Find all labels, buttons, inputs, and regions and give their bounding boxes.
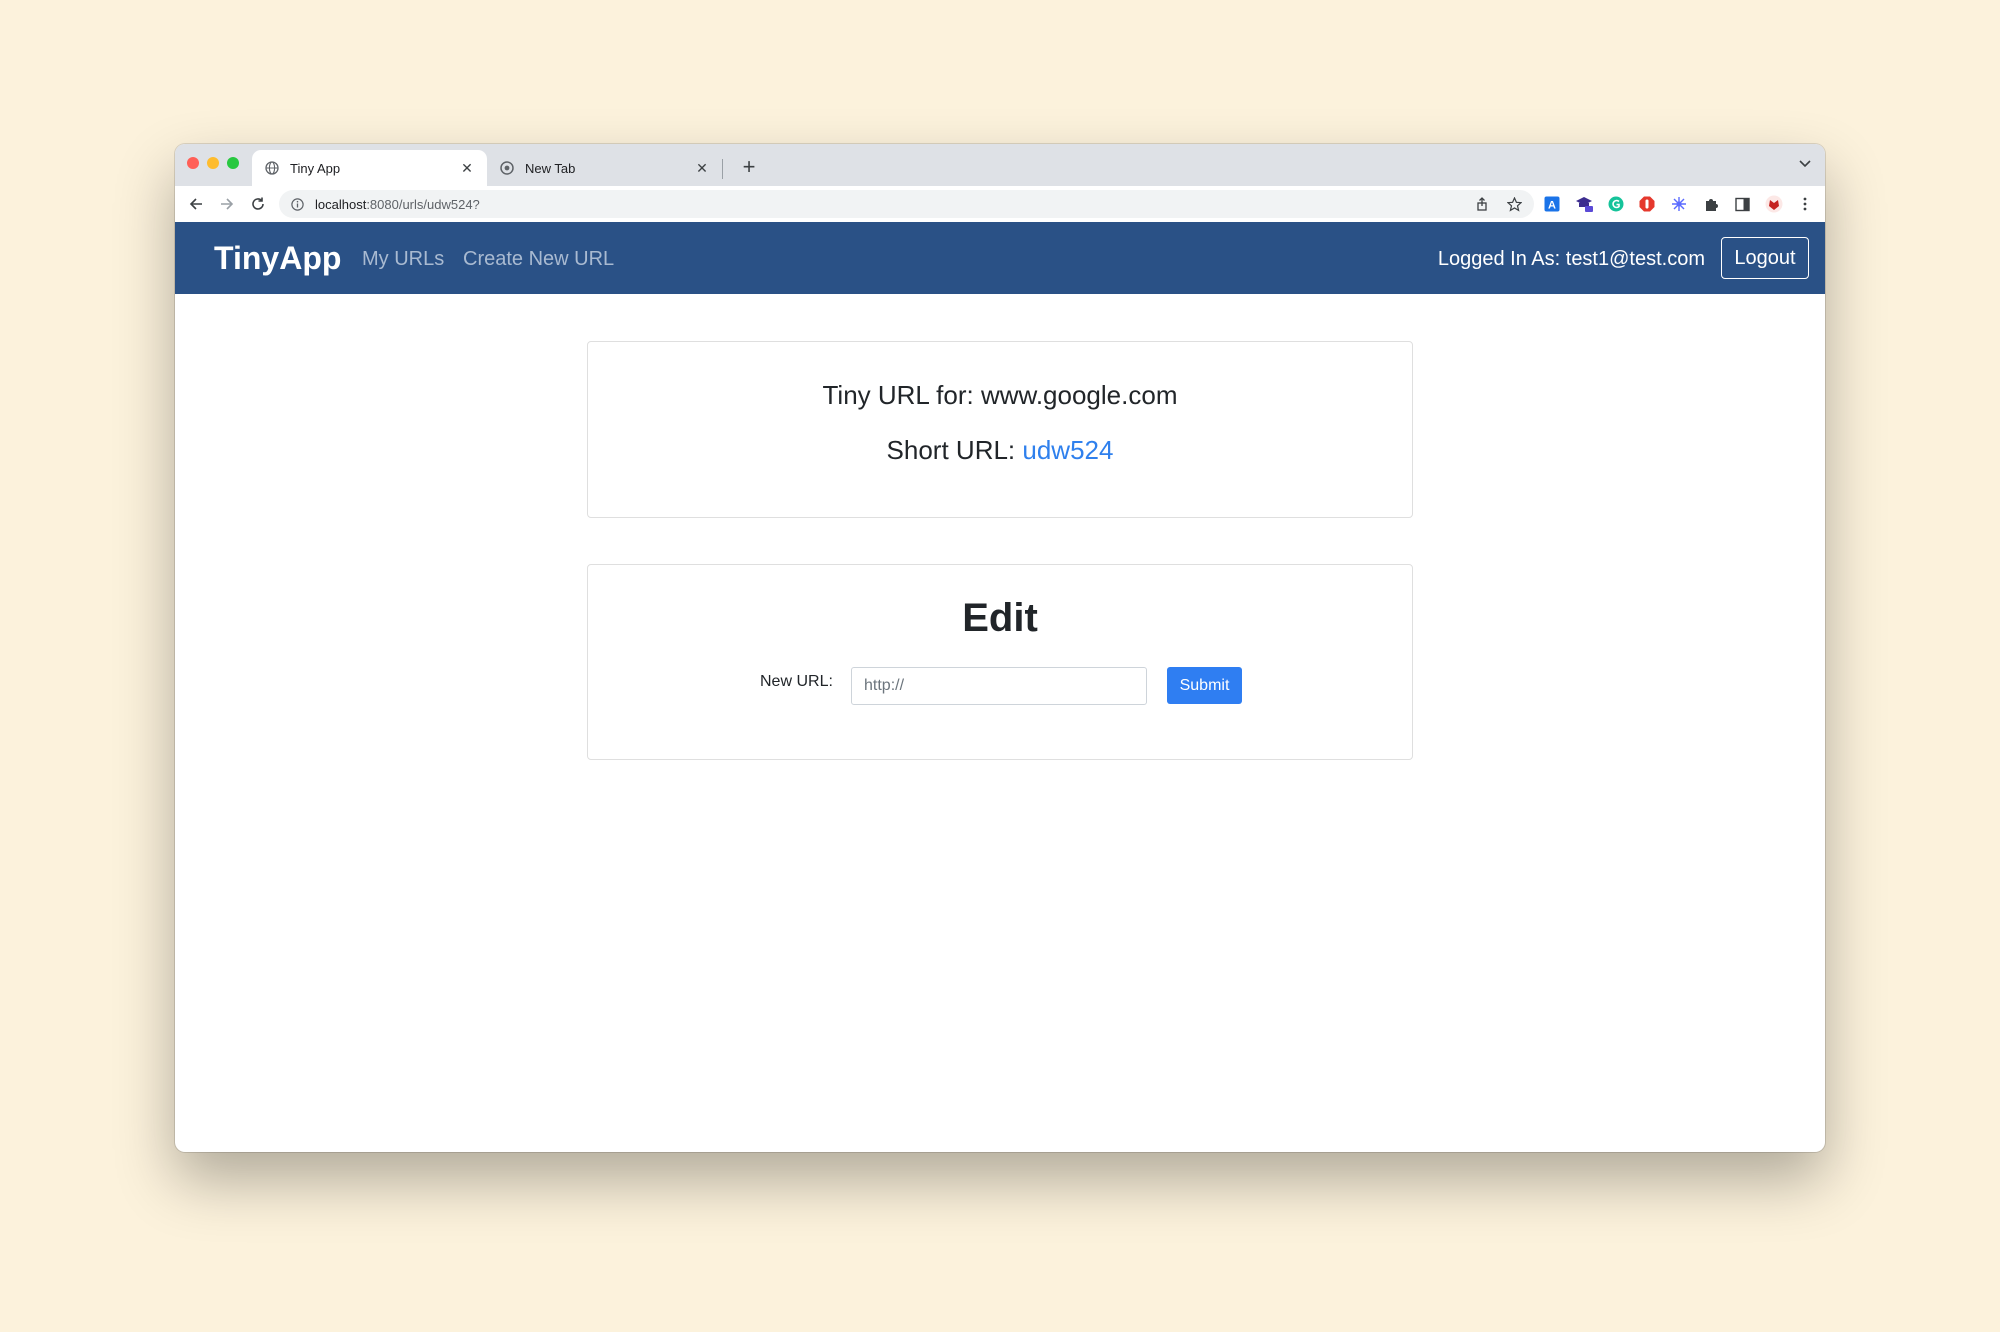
edit-card: Edit New URL: Submit <box>587 564 1413 760</box>
new-tab-plus-icon[interactable]: + <box>735 153 763 181</box>
url-info-card: Tiny URL for: www.google.com Short URL: … <box>587 341 1413 518</box>
svg-text:A: A <box>1548 200 1556 212</box>
url-host: localhost <box>315 196 367 212</box>
back-arrow-icon[interactable] <box>184 192 208 216</box>
puzzle-extensions-icon[interactable] <box>1701 194 1721 214</box>
graduation-cap-extension-icon[interactable] <box>1574 194 1594 214</box>
chrome-icon <box>499 160 515 176</box>
close-tab-icon[interactable]: ✕ <box>459 160 475 177</box>
maximize-window-button[interactable] <box>227 157 239 169</box>
minimize-window-button[interactable] <box>207 157 219 169</box>
tab-title: Tiny App <box>290 160 341 176</box>
profile-avatar-icon[interactable] <box>1764 194 1784 214</box>
address-bar[interactable]: localhost:8080/urls/udw524? <box>279 190 1534 218</box>
tab-separator <box>722 159 723 179</box>
globe-icon <box>264 160 280 176</box>
share-icon[interactable] <box>1472 194 1492 214</box>
nav-link-create-new-url[interactable]: Create New URL <box>463 248 614 271</box>
tiny-url-for-text: Tiny URL for: www.google.com <box>822 380 1178 410</box>
site-info-icon[interactable] <box>289 196 305 212</box>
forward-arrow-icon[interactable] <box>215 192 239 216</box>
new-url-label: New URL: <box>760 673 833 690</box>
short-url-link[interactable]: udw524 <box>1022 435 1113 465</box>
logout-button[interactable]: Logout <box>1721 237 1809 279</box>
submit-button[interactable]: Submit <box>1167 667 1242 704</box>
grammarly-extension-icon[interactable] <box>1606 194 1626 214</box>
brand-logo[interactable]: TinyApp <box>214 240 341 277</box>
tab-title: New Tab <box>525 160 576 176</box>
close-tab-icon[interactable]: ✕ <box>694 160 710 177</box>
tab-new-tab[interactable]: New Tab ✕ <box>487 150 722 186</box>
url-path: :8080/urls/udw524? <box>366 196 480 212</box>
edit-heading: Edit <box>962 596 1038 640</box>
browser-window: Tiny App ✕ New Tab ✕ + localhost:8080/u… <box>175 144 1825 1152</box>
browser-toolbar: localhost:8080/urls/udw524? A <box>175 186 1825 223</box>
tab-search-chevron-icon[interactable] <box>1795 154 1815 174</box>
tab-strip: Tiny App ✕ New Tab ✕ + <box>175 144 1825 186</box>
short-url-label: Short URL: <box>886 435 1023 465</box>
logged-in-status: Logged In As: test1@test.com <box>1437 248 1705 270</box>
nav-link-my-urls[interactable]: My URLs <box>362 248 444 271</box>
browser-menu-icon[interactable] <box>1795 194 1815 214</box>
snowflake-extension-icon[interactable] <box>1669 194 1689 214</box>
short-url-line: Short URL: udw524 <box>588 435 1412 466</box>
translate-extension-icon[interactable]: A <box>1542 194 1562 214</box>
adblock-extension-icon[interactable] <box>1637 194 1657 214</box>
close-window-button[interactable] <box>187 157 199 169</box>
app-navbar: TinyApp My URLs Create New URL Logged In… <box>175 222 1825 294</box>
reload-icon[interactable] <box>246 192 270 216</box>
tab-tiny-app[interactable]: Tiny App ✕ <box>252 150 487 186</box>
bookmark-star-icon[interactable] <box>1504 194 1524 214</box>
side-panel-icon[interactable] <box>1732 194 1752 214</box>
new-url-input[interactable] <box>851 667 1147 705</box>
